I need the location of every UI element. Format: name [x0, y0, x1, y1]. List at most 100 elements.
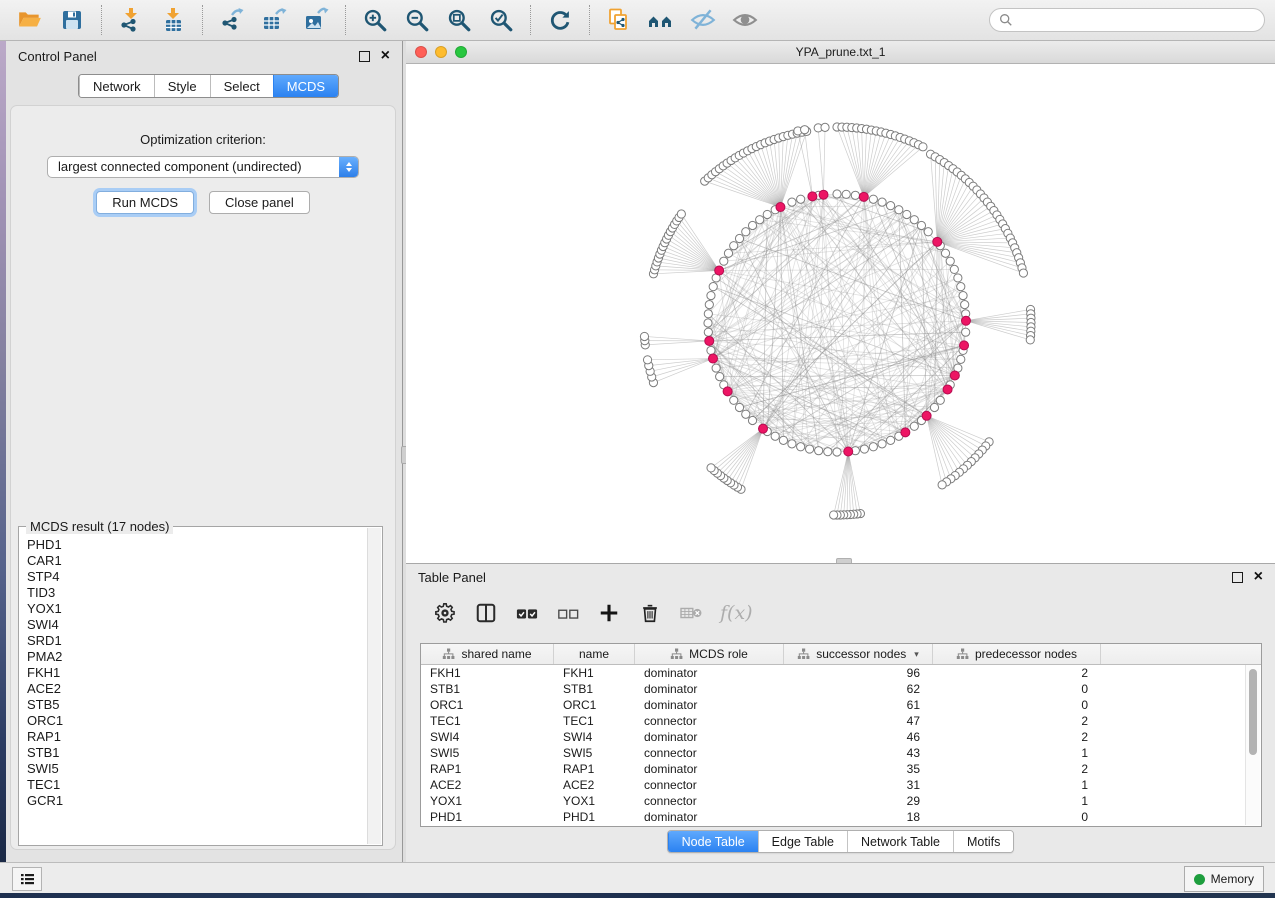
cell-shared-name[interactable]: ACE2	[421, 778, 554, 792]
result-scrollbar[interactable]	[367, 528, 381, 844]
mcds-result-item[interactable]: ORC1	[27, 713, 368, 729]
table-tab[interactable]: Node Table	[668, 831, 758, 852]
cell-name[interactable]: FKH1	[554, 666, 635, 680]
cell-name[interactable]: RAP1	[554, 762, 635, 776]
mcds-result-item[interactable]: FKH1	[27, 665, 368, 681]
cell-successor-nodes[interactable]: 96	[784, 666, 933, 680]
close-panel-icon[interactable]: ×	[1254, 572, 1263, 582]
network-window-titlebar[interactable]: YPA_prune.txt_1	[406, 41, 1275, 64]
cell-predecessor-nodes[interactable]: 1	[933, 794, 1101, 808]
column-header-predecessor-nodes[interactable]: predecessor nodes	[933, 644, 1101, 664]
table-tab[interactable]: Network Table	[847, 831, 953, 852]
cell-mcds-role[interactable]: dominator	[635, 666, 784, 680]
run-mcds-button[interactable]: Run MCDS	[96, 191, 194, 214]
cell-successor-nodes[interactable]: 18	[784, 810, 933, 824]
cell-shared-name[interactable]: SWI4	[421, 730, 554, 744]
table-row[interactable]: FKH1 FKH1 dominator 96 2	[421, 665, 1261, 681]
cell-predecessor-nodes[interactable]: 2	[933, 730, 1101, 744]
cell-shared-name[interactable]: FKH1	[421, 666, 554, 680]
export-table-button[interactable]	[254, 3, 294, 37]
cell-mcds-role[interactable]: dominator	[635, 810, 784, 824]
control-panel-tab[interactable]: MCDS	[273, 75, 338, 97]
memory-button[interactable]: Memory	[1184, 866, 1264, 892]
column-header-name[interactable]: name	[554, 644, 635, 664]
search-field[interactable]	[989, 8, 1265, 32]
table-row[interactable]: ORC1 ORC1 dominator 61 0	[421, 697, 1261, 713]
zoom-in-button[interactable]	[355, 3, 395, 37]
mcds-result-item[interactable]: PHD1	[27, 537, 368, 553]
minimize-window-icon[interactable]	[435, 46, 447, 58]
table-tab[interactable]: Motifs	[953, 831, 1013, 852]
export-network-button[interactable]	[212, 3, 252, 37]
mcds-result-item[interactable]: SWI4	[27, 617, 368, 633]
mcds-result-item[interactable]: GCR1	[27, 793, 368, 809]
cell-name[interactable]: PHD1	[554, 810, 635, 824]
table-row[interactable]: SWI4 SWI4 dominator 46 2	[421, 729, 1261, 745]
zoom-out-button[interactable]	[397, 3, 437, 37]
zoom-fit-button[interactable]	[439, 3, 479, 37]
search-input[interactable]	[1019, 12, 1255, 28]
table-row[interactable]: TEC1 TEC1 connector 47 2	[421, 713, 1261, 729]
cell-mcds-role[interactable]: dominator	[635, 730, 784, 744]
save-session-button[interactable]	[52, 3, 92, 37]
cell-successor-nodes[interactable]: 46	[784, 730, 933, 744]
cell-predecessor-nodes[interactable]: 2	[933, 666, 1101, 680]
cell-mcds-role[interactable]: dominator	[635, 698, 784, 712]
cell-successor-nodes[interactable]: 61	[784, 698, 933, 712]
mcds-result-item[interactable]: STP4	[27, 569, 368, 585]
mcds-result-item[interactable]: ACE2	[27, 681, 368, 697]
maximize-window-icon[interactable]	[455, 46, 467, 58]
table-row[interactable]: YOX1 YOX1 connector 29 1	[421, 793, 1261, 809]
cell-name[interactable]: YOX1	[554, 794, 635, 808]
table-row[interactable]: STB1 STB1 dominator 62 0	[421, 681, 1261, 697]
table-row[interactable]: PHD1 PHD1 dominator 18 0	[421, 809, 1261, 825]
import-table-button[interactable]	[153, 3, 193, 37]
table-tab[interactable]: Edge Table	[758, 831, 847, 852]
cell-successor-nodes[interactable]: 62	[784, 682, 933, 696]
cell-shared-name[interactable]: YOX1	[421, 794, 554, 808]
cell-successor-nodes[interactable]: 35	[784, 762, 933, 776]
cell-name[interactable]: ORC1	[554, 698, 635, 712]
cell-predecessor-nodes[interactable]: 2	[933, 714, 1101, 728]
mcds-result-item[interactable]: YOX1	[27, 601, 368, 617]
zoom-selected-button[interactable]	[481, 3, 521, 37]
cell-predecessor-nodes[interactable]: 1	[933, 778, 1101, 792]
float-panel-icon[interactable]	[359, 51, 370, 62]
refresh-button[interactable]	[540, 3, 580, 37]
mcds-result-item[interactable]: PMA2	[27, 649, 368, 665]
network-canvas[interactable]	[406, 64, 1275, 564]
table-row[interactable]: SWI5 SWI5 connector 43 1	[421, 745, 1261, 761]
cell-predecessor-nodes[interactable]: 0	[933, 698, 1101, 712]
mcds-result-item[interactable]: RAP1	[27, 729, 368, 745]
mcds-result-list[interactable]: PHD1CAR1STP4TID3YOX1SWI4SRD1PMA2FKH1ACE2…	[20, 528, 368, 844]
cell-name[interactable]: SWI4	[554, 730, 635, 744]
add-column-button[interactable]	[597, 601, 621, 625]
control-panel-tab[interactable]: Style	[154, 75, 210, 97]
table-scrollbar[interactable]	[1245, 665, 1260, 825]
export-image-button[interactable]	[296, 3, 336, 37]
deselect-all-button[interactable]	[556, 601, 580, 625]
import-network-button[interactable]	[111, 3, 151, 37]
float-panel-icon[interactable]	[1232, 572, 1243, 583]
cell-shared-name[interactable]: PHD1	[421, 810, 554, 824]
column-header-shared-name[interactable]: shared name	[421, 644, 554, 664]
cell-name[interactable]: STB1	[554, 682, 635, 696]
cell-predecessor-nodes[interactable]: 2	[933, 762, 1101, 776]
cell-predecessor-nodes[interactable]: 1	[933, 746, 1101, 760]
network-graph[interactable]	[406, 64, 1275, 564]
column-header-mcds-role[interactable]: MCDS role	[635, 644, 784, 664]
cell-successor-nodes[interactable]: 29	[784, 794, 933, 808]
cell-name[interactable]: ACE2	[554, 778, 635, 792]
table-row[interactable]: ACE2 ACE2 connector 31 1	[421, 777, 1261, 793]
cell-shared-name[interactable]: RAP1	[421, 762, 554, 776]
select-all-button[interactable]	[515, 601, 539, 625]
cell-mcds-role[interactable]: dominator	[635, 682, 784, 696]
cell-predecessor-nodes[interactable]: 0	[933, 810, 1101, 824]
cell-shared-name[interactable]: ORC1	[421, 698, 554, 712]
open-file-button[interactable]	[10, 3, 50, 37]
column-view-button[interactable]	[474, 601, 498, 625]
task-history-button[interactable]	[12, 867, 42, 891]
cell-mcds-role[interactable]: dominator	[635, 762, 784, 776]
table-row[interactable]: RAP1 RAP1 dominator 35 2	[421, 761, 1261, 777]
first-neighbors-button[interactable]	[641, 3, 681, 37]
